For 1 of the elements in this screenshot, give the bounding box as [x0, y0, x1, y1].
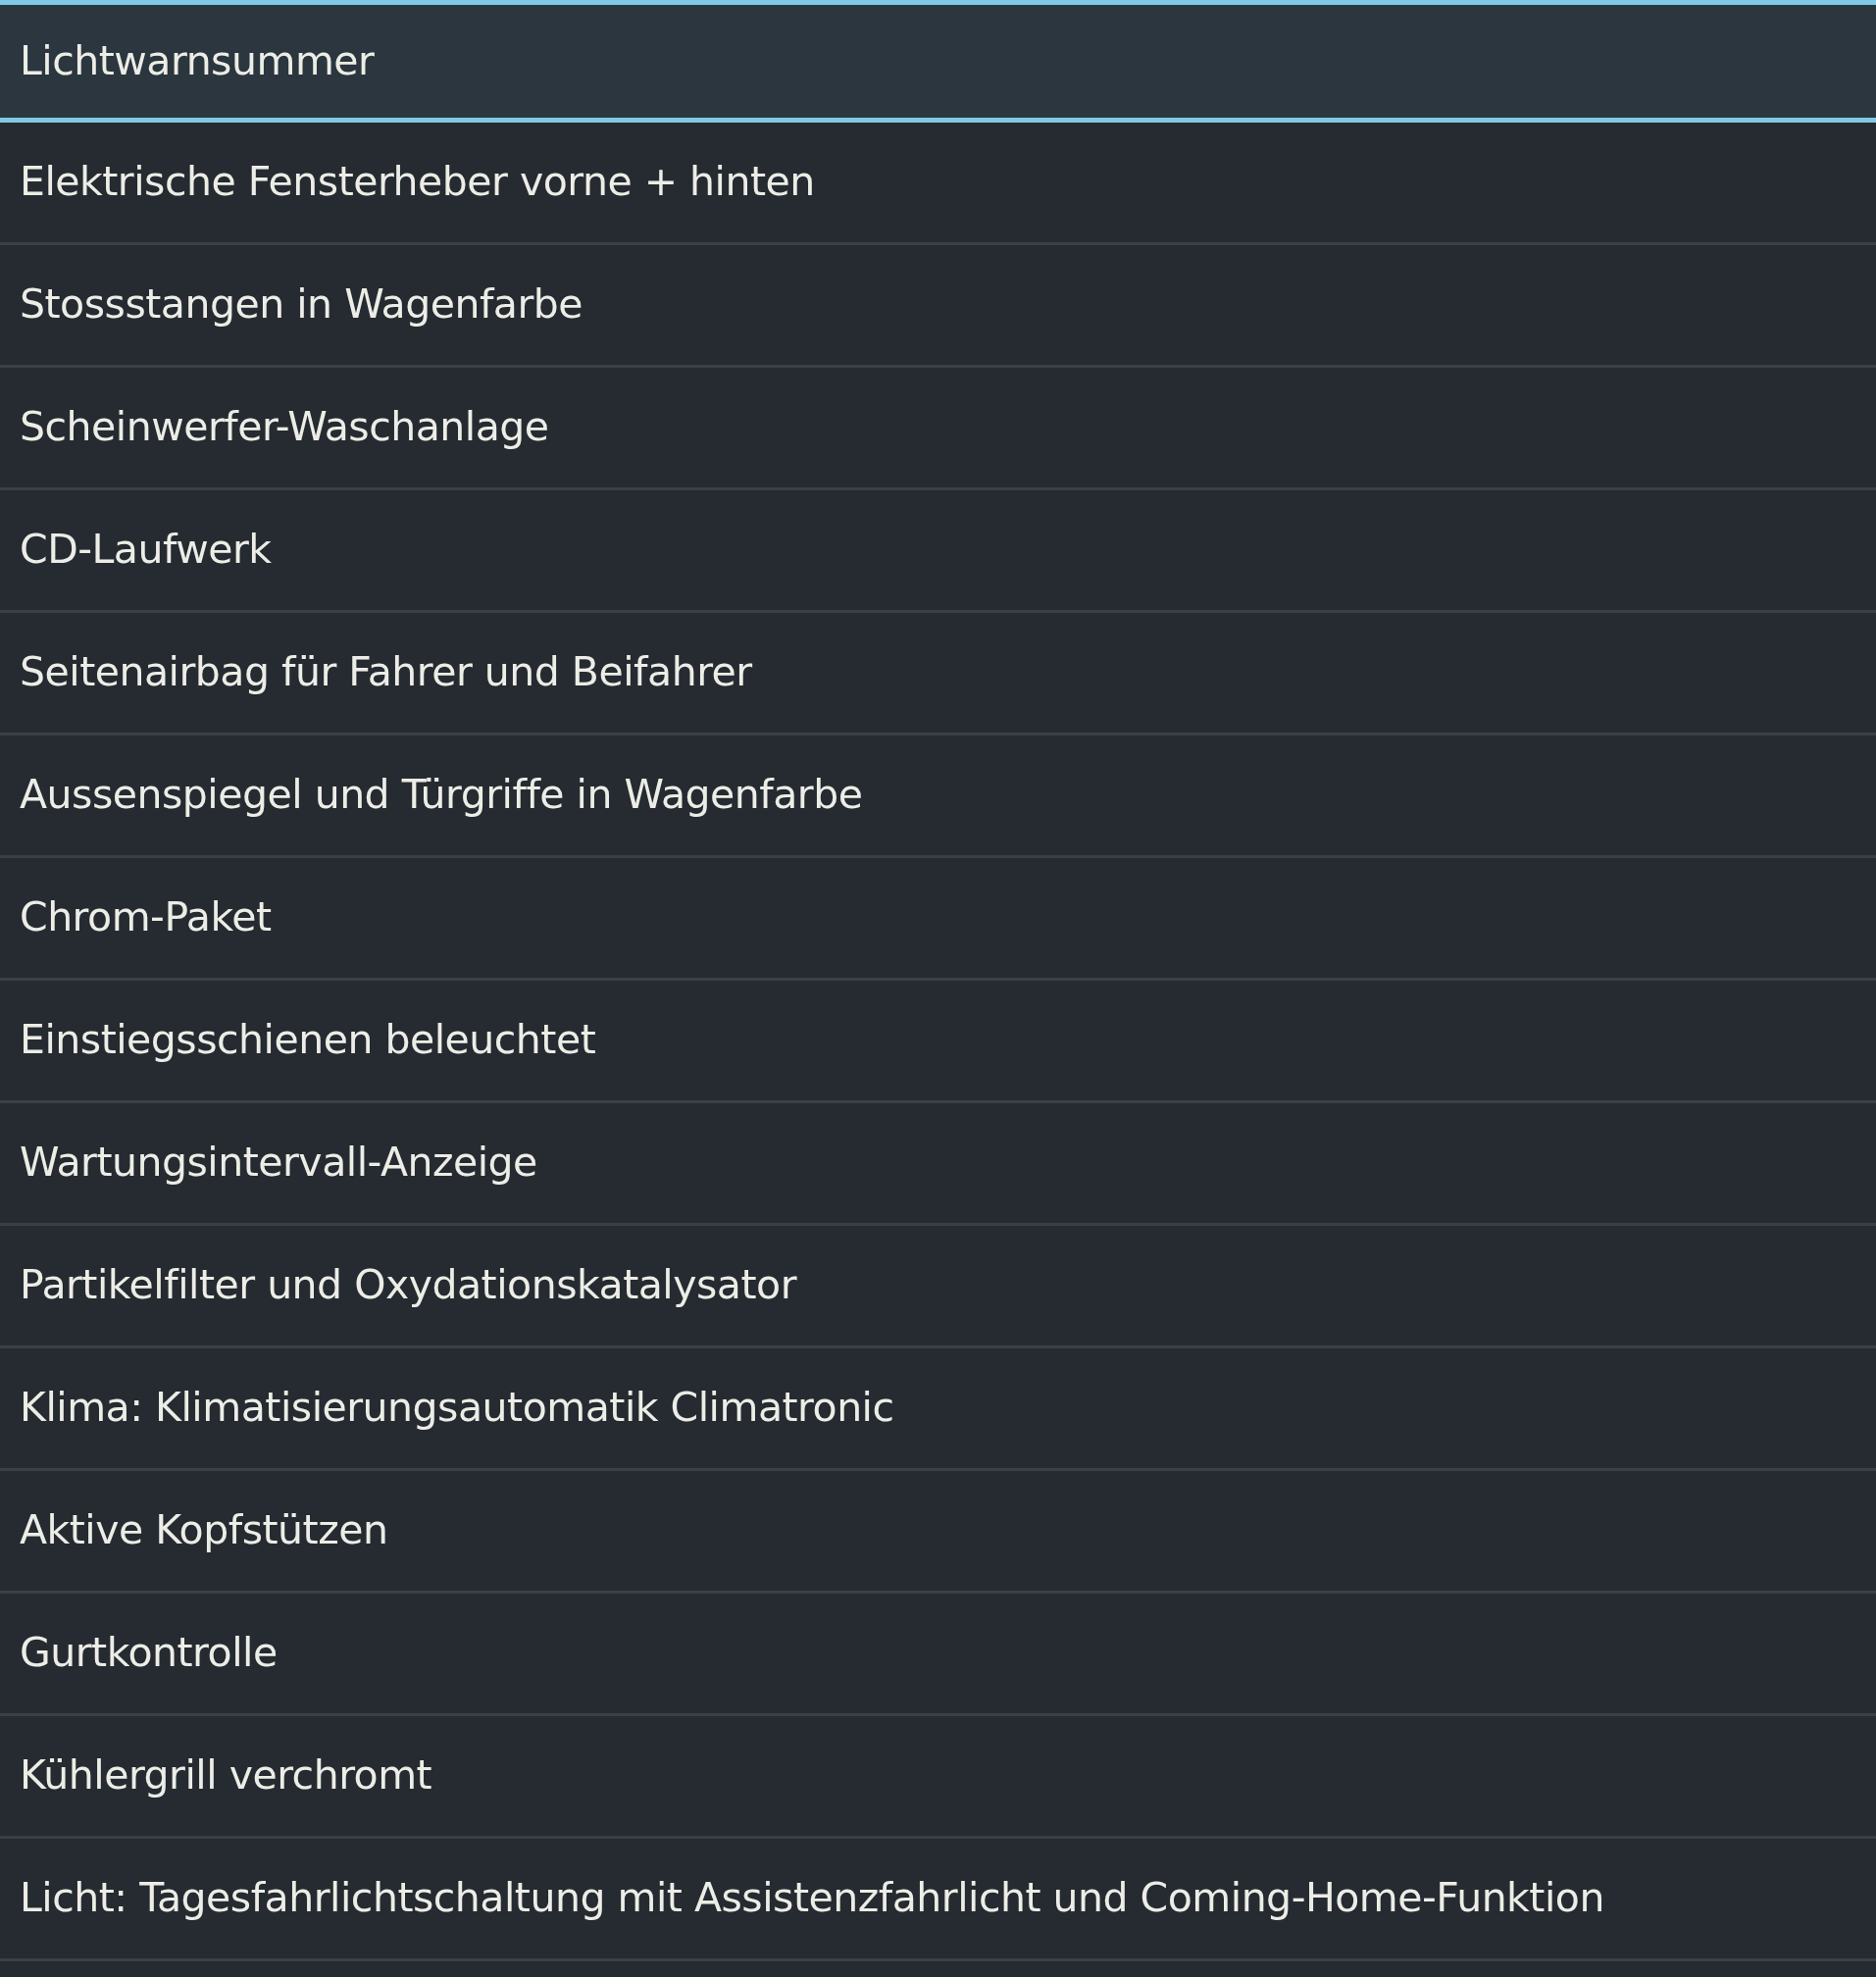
- list-item[interactable]: Lichtwarnsummer: [0, 0, 1876, 123]
